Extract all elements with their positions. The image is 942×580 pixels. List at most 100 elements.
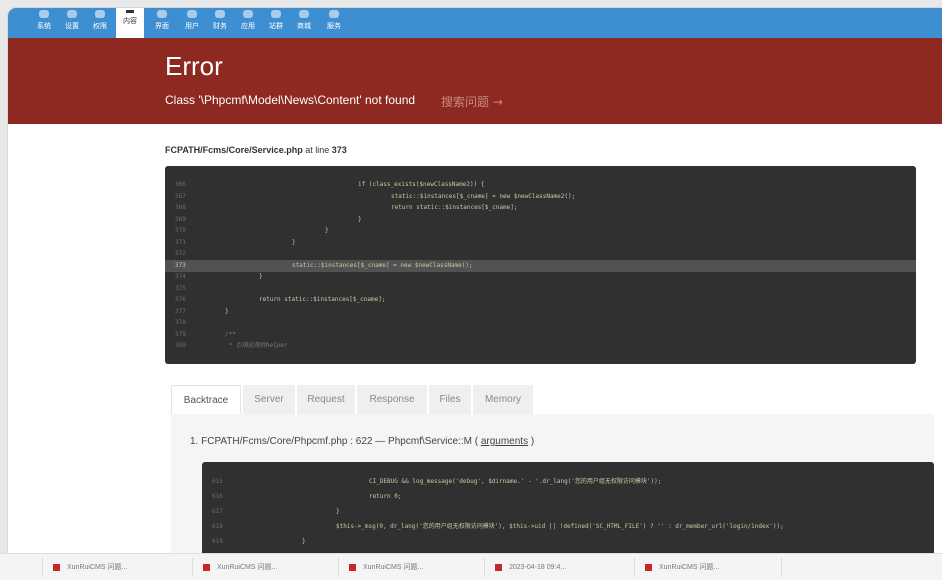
line-number: 367	[175, 192, 186, 200]
line-number: 618	[212, 523, 223, 530]
nav-item-users[interactable]: 用户	[178, 8, 206, 38]
error-banner: Error Class '\Phpcmf\Model\News\Content'…	[8, 38, 942, 124]
page-favicon-icon	[645, 564, 652, 571]
line-number: 378	[175, 319, 186, 326]
nav-item-finance[interactable]: 财务	[206, 8, 234, 38]
line-number: 617	[212, 508, 223, 515]
code-line: 374}	[165, 271, 916, 283]
error-location: FCPATH/Fcms/Core/Service.php at line 373	[165, 145, 347, 155]
task-item[interactable]: XunRuiCMS 问题...	[338, 558, 484, 577]
code-line: 368 return static::$instances[$_cname];	[165, 202, 916, 214]
users-icon	[187, 10, 197, 18]
nav-item-interface[interactable]: 界面	[148, 8, 176, 38]
nav-item-service[interactable]: 服务	[320, 8, 348, 38]
line-number: 370	[175, 227, 186, 234]
backtrace-entry: 1. FCPATH/Fcms/Core/Phpcmf.php : 622 — P…	[190, 436, 535, 447]
page-favicon-icon	[203, 564, 210, 571]
line-number: 366	[175, 181, 186, 188]
code-line: 619}	[202, 536, 934, 548]
code-line: 618 $this->_msg(0, dr_lang('您的用户组无权限访问模块'…	[202, 521, 934, 533]
task-item[interactable]: XunRuiCMS 问题...	[634, 558, 782, 577]
line-number: 375	[175, 284, 186, 292]
error-message: Class '\Phpcmf\Model\News\Content' not f…	[165, 93, 416, 107]
code-text: return static::$instances[$_cname];	[391, 204, 518, 211]
line-number: 373	[175, 261, 186, 269]
line-number: 380	[175, 342, 186, 349]
page-favicon-icon	[349, 564, 356, 571]
nav-item-permissions[interactable]: 权限	[86, 8, 114, 38]
code-line: 367 static::$instances[$_cname] = new $ne…	[165, 191, 916, 203]
search-problem-link[interactable]: 搜索问题 →	[441, 93, 503, 110]
nav-item-shop[interactable]: 商城	[290, 8, 318, 38]
code-line: 616 return 0;	[202, 491, 934, 503]
code-line: 371}	[165, 237, 916, 249]
page-favicon-icon	[53, 564, 60, 571]
code-line: 379 /**	[165, 329, 916, 341]
system-icon	[39, 10, 49, 18]
code-line: 378	[165, 317, 916, 329]
code-text: if (class_exists($newClassName2)) {	[358, 181, 485, 188]
line-number: 371	[175, 238, 186, 246]
code-text: }	[292, 238, 296, 246]
code-line: 372	[165, 248, 916, 260]
code-line: 615 CI_DEBUG && log_message('debug', $dir…	[202, 476, 934, 488]
error-file-path: FCPATH/Fcms/Core/Service.php	[165, 145, 303, 155]
line-number: 368	[175, 204, 186, 211]
task-item[interactable]: 2023-04-18 09:4...	[484, 558, 634, 577]
apps-icon	[243, 10, 253, 18]
backtrace-code-block: 615 CI_DEBUG && log_message('debug', $dir…	[202, 462, 934, 553]
nav-item-system[interactable]: 系统	[30, 8, 58, 38]
nav-item-content[interactable]: 内容	[116, 8, 144, 38]
code-line: 376 return static::$instances[$_cname];	[165, 294, 916, 306]
tab-files[interactable]: Files	[429, 385, 471, 414]
nav-item-settings[interactable]: 设置	[58, 8, 86, 38]
taskbar: XunRuiCMS 问题... XunRuiCMS 问题... XunRuiCM…	[0, 553, 942, 580]
code-line: 366 if (class_exists($newClassName2)) {	[165, 179, 916, 191]
shop-icon	[299, 10, 309, 18]
nav-item-sites[interactable]: 站群	[262, 8, 290, 38]
source-code-block: 366 if (class_exists($newClassName2)) {36…	[165, 166, 916, 364]
tab-server[interactable]: Server	[243, 385, 295, 414]
code-text: }	[302, 538, 306, 545]
code-text: }	[336, 508, 340, 515]
code-text: }	[259, 273, 263, 280]
sites-icon	[271, 10, 281, 18]
code-text: $this->_msg(0, dr_lang('您的用户组无权限访问模块'), …	[336, 523, 784, 530]
code-text: /**	[225, 330, 236, 338]
line-number: 369	[175, 215, 186, 223]
code-text: return 0;	[369, 493, 402, 500]
line-number: 615	[212, 478, 223, 485]
settings-icon	[67, 10, 77, 18]
error-title: Error	[165, 51, 223, 81]
line-number: 376	[175, 296, 186, 303]
tab-request[interactable]: Request	[297, 385, 355, 414]
code-text: static::$instances[$_cname] = new $newCl…	[391, 192, 576, 200]
code-line: 369}	[165, 214, 916, 226]
code-line: 380 * 引用应用的helper	[165, 340, 916, 352]
line-number: 619	[212, 538, 223, 545]
page-favicon-icon	[495, 564, 502, 571]
line-number: 372	[175, 250, 186, 257]
code-text: }	[225, 307, 229, 315]
line-number: 616	[212, 493, 223, 500]
arguments-link[interactable]: arguments	[481, 436, 528, 447]
code-text: static::$instances[$_cname] = new $newCl…	[292, 261, 473, 269]
at-line-label: at line	[302, 145, 332, 155]
error-line-number: 373	[331, 145, 347, 155]
line-number: 379	[175, 330, 186, 338]
task-item[interactable]: XunRuiCMS 问题...	[192, 558, 338, 577]
finance-icon	[215, 10, 225, 18]
nav-item-apps[interactable]: 应用	[234, 8, 262, 38]
line-number: 377	[175, 307, 186, 315]
tab-memory[interactable]: Memory	[473, 385, 533, 414]
tab-backtrace[interactable]: Backtrace	[171, 385, 241, 414]
code-text: CI_DEBUG && log_message('debug', $dirnam…	[369, 478, 662, 485]
tab-response[interactable]: Response	[357, 385, 427, 414]
top-nav: 系统 设置 权限 内容 界面 用户 财务 应用 站群 商城 服务	[8, 8, 942, 38]
code-line: 375	[165, 283, 916, 295]
line-number: 374	[175, 273, 186, 280]
interface-icon	[157, 10, 167, 18]
task-item[interactable]: XunRuiCMS 问题...	[42, 558, 192, 577]
code-line: 617}	[202, 506, 934, 518]
content-icon	[126, 10, 134, 13]
